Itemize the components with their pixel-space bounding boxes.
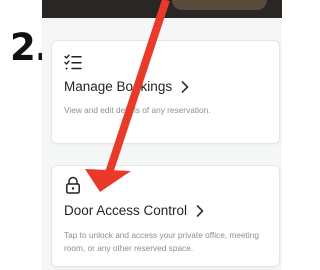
manage-bookings-title: Manage Bookings [64,79,173,94]
chevron-right-icon [181,80,189,93]
header-photo-strip [42,0,282,18]
list-checklist-icon [64,54,82,70]
padlock-icon [66,176,80,194]
door-access-control-description: Tap to unlock and access your private of… [64,230,259,253]
chevron-right-icon [196,204,204,217]
manage-bookings-title-row[interactable]: Manage Bookings [64,79,189,94]
door-access-title-row[interactable]: Door Access Control [64,203,204,218]
door-access-control-card[interactable]: Door Access Control Tap to unlock and ac… [52,166,279,266]
manage-bookings-card[interactable]: Manage Bookings View and edit details of… [52,41,279,143]
door-access-control-title: Door Access Control [64,203,188,218]
manage-bookings-description: View and edit details of any reservation… [64,105,211,115]
header-photo-highlight [172,0,267,10]
